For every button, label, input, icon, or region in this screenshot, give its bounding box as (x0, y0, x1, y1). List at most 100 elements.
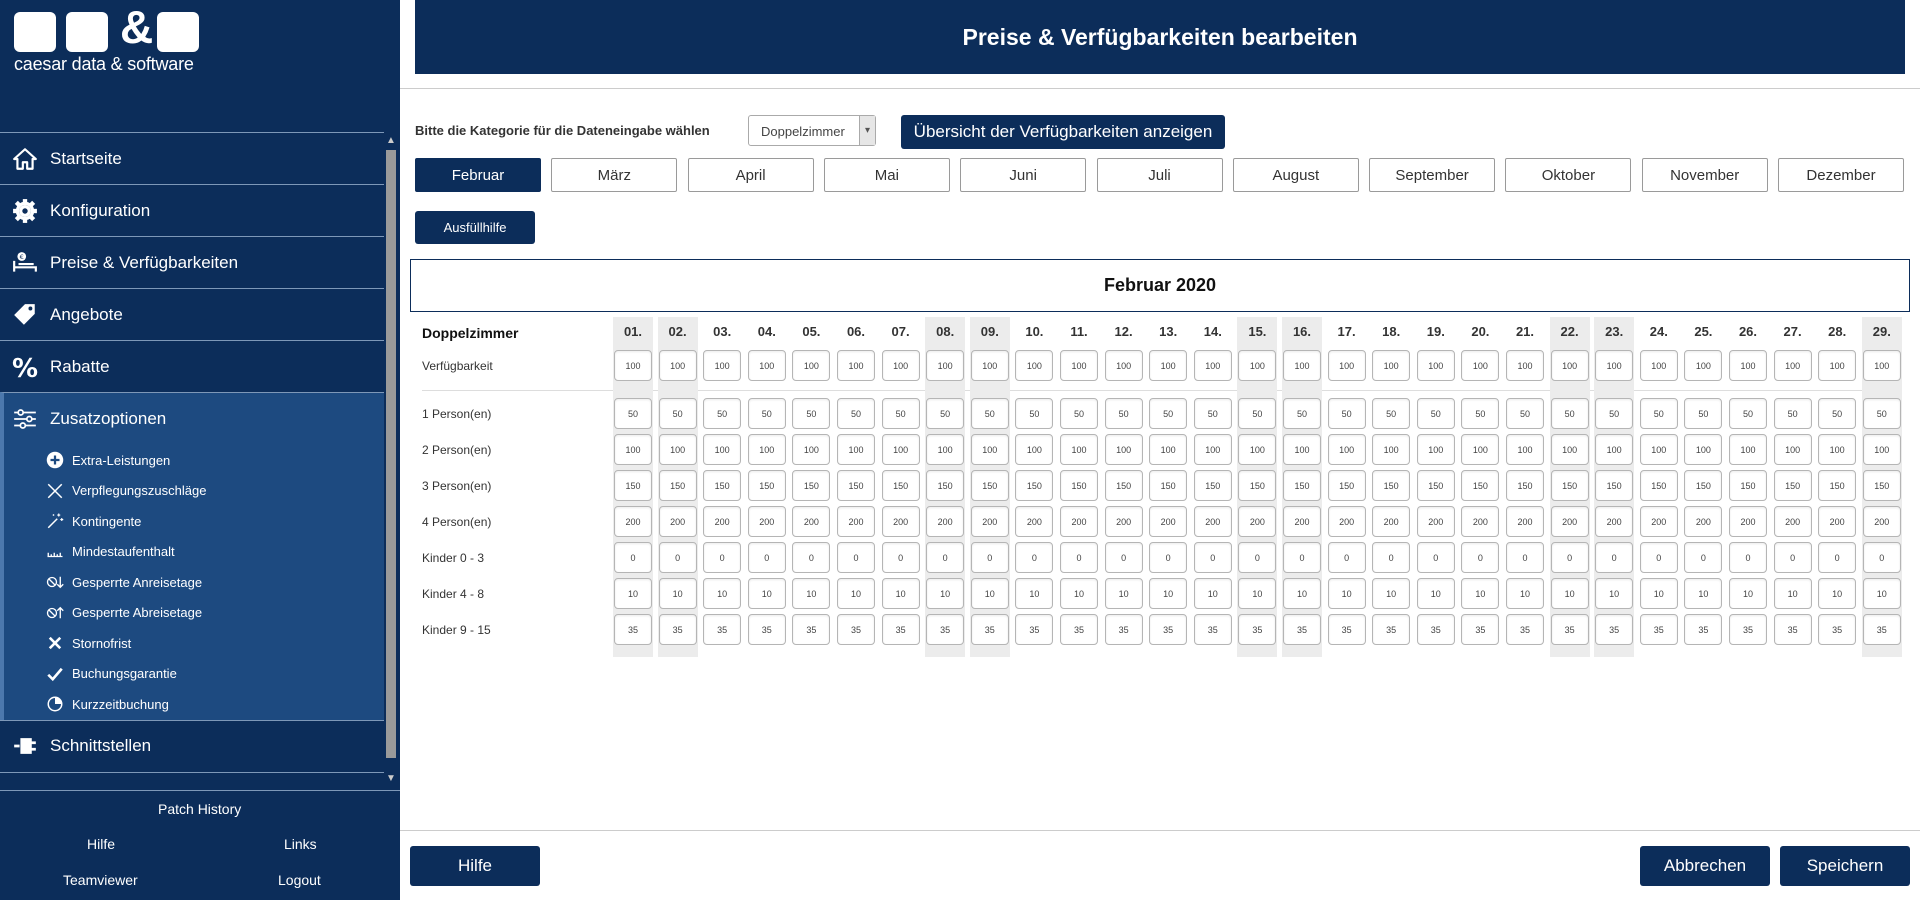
price-input[interactable]: 100 (703, 434, 742, 465)
scroll-up-icon[interactable]: ▲ (384, 134, 398, 148)
sub-item-stornofrist[interactable]: Stornofrist (4, 628, 384, 659)
price-input[interactable]: 200 (1773, 506, 1812, 537)
price-input[interactable]: 150 (1639, 470, 1678, 501)
price-input[interactable]: 50 (1506, 398, 1544, 429)
price-input[interactable]: 150 (1595, 470, 1634, 501)
month-tab[interactable]: November (1641, 158, 1768, 192)
price-input[interactable]: 50 (1818, 398, 1857, 429)
price-input[interactable]: 10 (970, 578, 1009, 609)
nav-item-preise[interactable]: € Preise & Verfügbarkeiten (0, 236, 384, 288)
price-input[interactable]: 10 (658, 578, 697, 609)
price-input[interactable]: 0 (837, 542, 875, 573)
price-input[interactable]: 50 (1015, 398, 1054, 429)
availability-input[interactable]: 100 (837, 350, 875, 381)
price-input[interactable]: 0 (792, 542, 831, 573)
price-input[interactable]: 0 (1015, 542, 1054, 573)
price-input[interactable]: 10 (1372, 578, 1411, 609)
price-input[interactable]: 100 (1149, 434, 1188, 465)
save-button[interactable]: Speichern (1780, 846, 1910, 886)
price-input[interactable]: 10 (1773, 578, 1812, 609)
price-input[interactable]: 100 (1639, 434, 1678, 465)
price-input[interactable]: 0 (747, 542, 786, 573)
nav-item-startseite[interactable]: Startseite (0, 132, 384, 184)
price-input[interactable]: 0 (1550, 542, 1589, 573)
price-input[interactable]: 200 (1550, 506, 1589, 537)
price-input[interactable]: 200 (1416, 506, 1455, 537)
price-input[interactable]: 100 (1327, 434, 1366, 465)
price-input[interactable]: 50 (1862, 398, 1901, 429)
availability-input[interactable]: 100 (1372, 350, 1411, 381)
availability-input[interactable]: 100 (1595, 350, 1634, 381)
price-input[interactable]: 200 (703, 506, 742, 537)
availability-input[interactable]: 100 (1327, 350, 1366, 381)
availability-input[interactable]: 100 (1639, 350, 1678, 381)
availability-input[interactable]: 100 (792, 350, 831, 381)
price-input[interactable]: 35 (1818, 614, 1857, 645)
nav-item-konfiguration[interactable]: Konfiguration (0, 184, 384, 236)
price-input[interactable]: 150 (1372, 470, 1411, 501)
price-input[interactable]: 150 (703, 470, 742, 501)
sub-item-extra-leistungen[interactable]: Extra-Leistungen (4, 445, 384, 476)
availability-input[interactable]: 100 (926, 350, 965, 381)
sub-item-buchungsgarantie[interactable]: Buchungsgarantie (4, 659, 384, 690)
price-input[interactable]: 35 (1461, 614, 1500, 645)
price-input[interactable]: 10 (792, 578, 831, 609)
company-logo[interactable]: & caesar data & software (14, 4, 204, 77)
month-tab[interactable]: März (551, 158, 678, 192)
price-input[interactable]: 35 (1104, 614, 1143, 645)
price-input[interactable]: 150 (1684, 470, 1723, 501)
availability-input[interactable]: 100 (658, 350, 697, 381)
price-input[interactable]: 0 (1327, 542, 1366, 573)
price-input[interactable]: 0 (1238, 542, 1277, 573)
availability-input[interactable]: 100 (1773, 350, 1812, 381)
availability-input[interactable]: 100 (1684, 350, 1723, 381)
price-input[interactable]: 150 (1818, 470, 1857, 501)
price-input[interactable]: 0 (658, 542, 697, 573)
price-input[interactable]: 200 (747, 506, 786, 537)
price-input[interactable]: 200 (1684, 506, 1723, 537)
price-input[interactable]: 200 (1461, 506, 1500, 537)
price-input[interactable]: 100 (658, 434, 697, 465)
sidebar-scrollbar[interactable]: ▲ ▼ (384, 132, 398, 788)
price-input[interactable]: 35 (1416, 614, 1455, 645)
price-input[interactable]: 100 (1550, 434, 1589, 465)
price-input[interactable]: 10 (1818, 578, 1857, 609)
price-input[interactable]: 150 (658, 470, 697, 501)
price-input[interactable]: 50 (1238, 398, 1277, 429)
price-input[interactable]: 200 (1818, 506, 1857, 537)
price-input[interactable]: 35 (792, 614, 831, 645)
price-input[interactable]: 100 (926, 434, 965, 465)
price-input[interactable]: 50 (1416, 398, 1455, 429)
price-input[interactable]: 150 (1193, 470, 1232, 501)
price-input[interactable]: 150 (1104, 470, 1143, 501)
availability-input[interactable]: 100 (1149, 350, 1188, 381)
price-input[interactable]: 10 (926, 578, 965, 609)
price-input[interactable]: 100 (614, 434, 652, 465)
price-input[interactable]: 0 (1193, 542, 1232, 573)
price-input[interactable]: 35 (1283, 614, 1321, 645)
availability-input[interactable]: 100 (1104, 350, 1143, 381)
price-input[interactable]: 50 (703, 398, 742, 429)
price-input[interactable]: 150 (970, 470, 1009, 501)
price-input[interactable]: 35 (1729, 614, 1767, 645)
month-tab[interactable]: August (1232, 158, 1359, 192)
price-input[interactable]: 10 (1461, 578, 1500, 609)
price-input[interactable]: 50 (1729, 398, 1767, 429)
price-input[interactable]: 0 (926, 542, 965, 573)
price-input[interactable]: 35 (970, 614, 1009, 645)
month-tab[interactable]: Mai (823, 158, 950, 192)
price-input[interactable]: 150 (1550, 470, 1589, 501)
price-input[interactable]: 150 (747, 470, 786, 501)
price-input[interactable]: 50 (1684, 398, 1723, 429)
nav-item-angebote[interactable]: Angebote (0, 288, 384, 340)
price-input[interactable]: 100 (1595, 434, 1634, 465)
price-input[interactable]: 100 (1193, 434, 1232, 465)
overview-button[interactable]: Übersicht der Verfügbarkeiten anzeigen (901, 115, 1225, 149)
price-input[interactable]: 150 (1060, 470, 1098, 501)
nav-item-partial[interactable] (0, 771, 384, 789)
sub-item-gesperrte-anreisetage[interactable]: Gesperrte Anreisetage (4, 567, 384, 598)
price-input[interactable]: 50 (837, 398, 875, 429)
price-input[interactable]: 35 (747, 614, 786, 645)
availability-input[interactable]: 100 (1238, 350, 1277, 381)
price-input[interactable]: 10 (1104, 578, 1143, 609)
